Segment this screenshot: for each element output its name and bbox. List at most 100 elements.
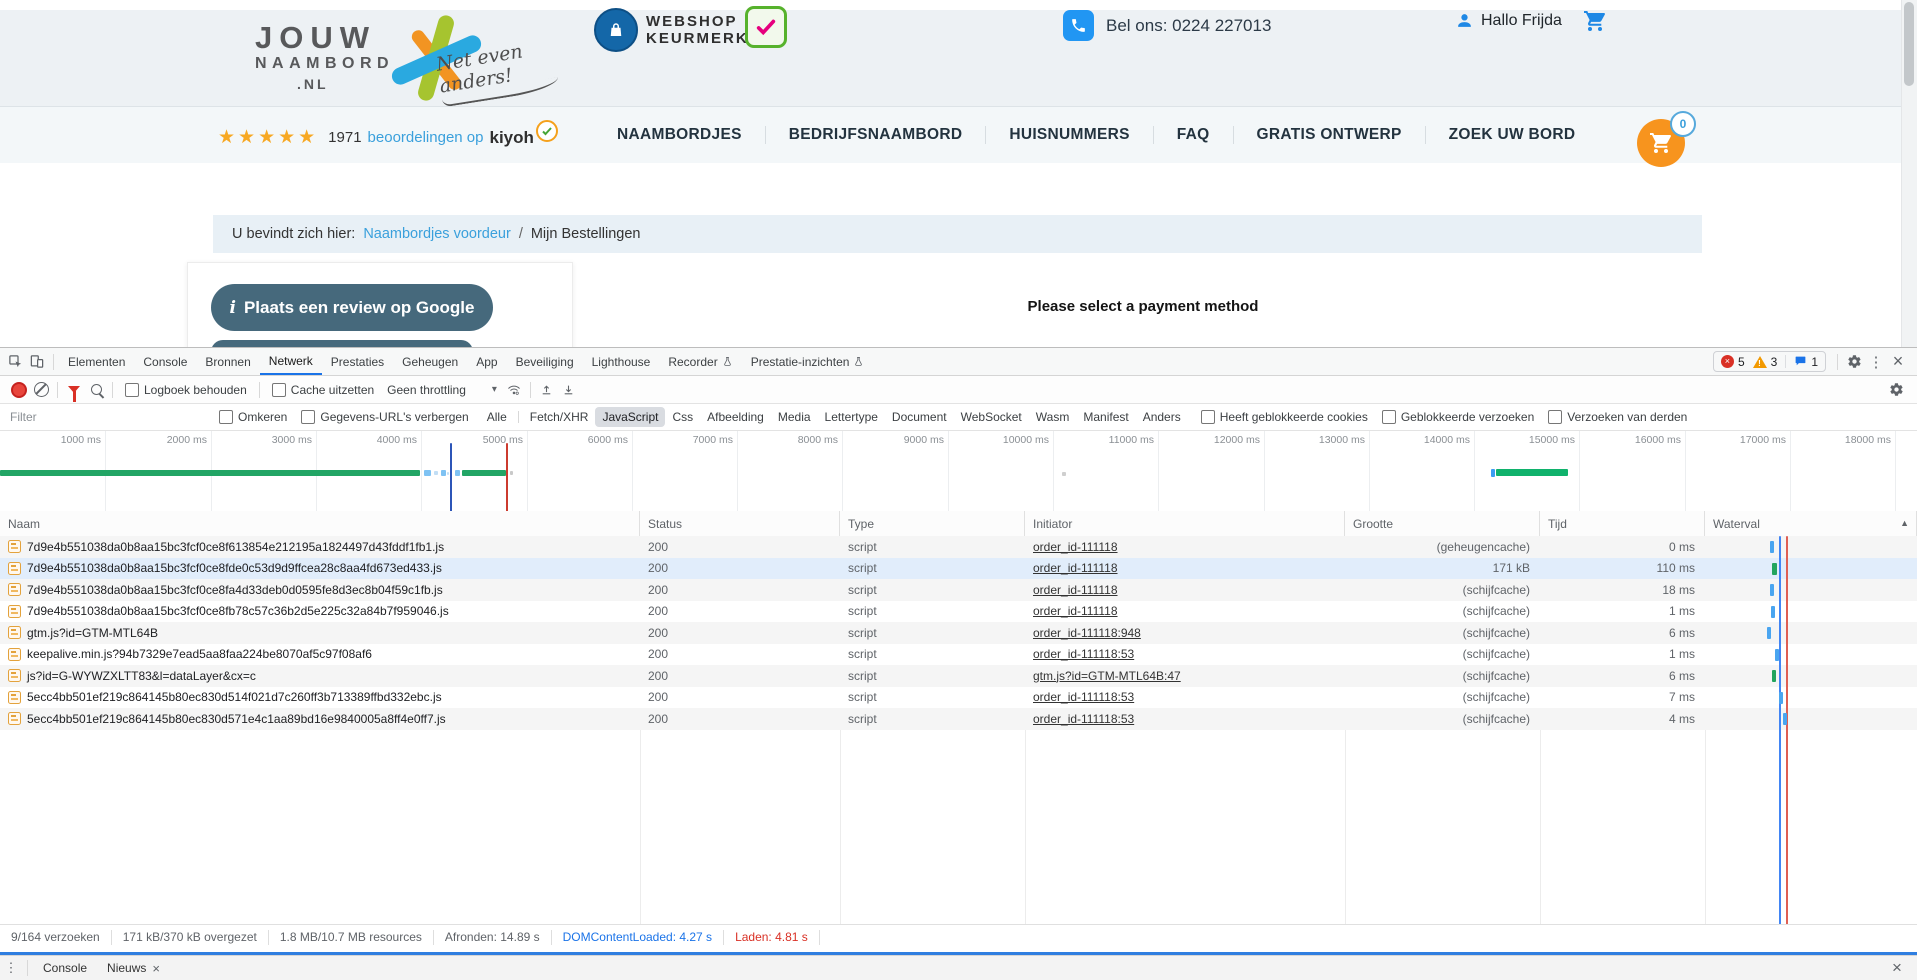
request-row[interactable]: 5ecc4bb501ef219c864145b80ec830d514f021d7…: [0, 687, 1917, 709]
review-link[interactable]: beoordelingen op: [368, 129, 484, 146]
inspect-element-icon[interactable]: [4, 351, 26, 373]
filter-checkbox[interactable]: Verzoeken van derden: [1548, 410, 1687, 424]
request-type-pill[interactable]: Lettertype: [818, 407, 885, 427]
request-row[interactable]: 7d9e4b551038da0b8aa15bc3fcf0ce8f613854e2…: [0, 536, 1917, 558]
request-row[interactable]: keepalive.min.js?94b7329e7ead5aa8faa224b…: [0, 644, 1917, 666]
nav-item[interactable]: FAQ: [1153, 126, 1233, 144]
devtools-tab[interactable]: Recorder: [659, 349, 741, 375]
devtools-menu-icon[interactable]: ⋮: [1865, 351, 1887, 373]
scrollbar-thumb[interactable]: [1904, 2, 1914, 86]
drawer-menu-icon[interactable]: ⋮: [0, 957, 22, 979]
checkbox[interactable]: [272, 383, 286, 397]
network-overview-timeline[interactable]: 1000 ms2000 ms3000 ms4000 ms5000 ms6000 …: [0, 431, 1917, 515]
devtools-tab[interactable]: Bronnen: [196, 349, 259, 375]
initiator-link[interactable]: order_id-111118:53: [1033, 690, 1134, 704]
account-greeting[interactable]: Hallo Frijda: [1455, 11, 1562, 30]
request-row[interactable]: 7d9e4b551038da0b8aa15bc3fcf0ce8fb78c57c3…: [0, 601, 1917, 623]
devtools-tab[interactable]: Console: [134, 349, 196, 375]
devtools-tab[interactable]: Lighthouse: [583, 349, 660, 375]
site-logo[interactable]: JOUW NAAMBORD .NL: [255, 22, 394, 93]
filter-checkbox[interactable]: Geblokkeerde verzoeken: [1382, 410, 1534, 424]
request-type-pill[interactable]: Manifest: [1076, 407, 1135, 427]
breadcrumb-link[interactable]: Naambordjes voordeur: [363, 226, 511, 242]
column-header[interactable]: Naam: [0, 511, 640, 536]
request-name-cell[interactable]: 7d9e4b551038da0b8aa15bc3fcf0ce8fde0c53d9…: [0, 561, 640, 575]
devtools-tab[interactable]: Geheugen: [393, 349, 467, 375]
kiyoh-rating[interactable]: ★★★★★ 1971 beoordelingen op kiyoh: [218, 126, 558, 149]
drawer-close-icon[interactable]: ×: [1886, 957, 1917, 979]
initiator-link[interactable]: order_id-111118: [1033, 583, 1118, 597]
drawer-tab[interactable]: Nieuws ×: [97, 956, 170, 980]
initiator-link[interactable]: order_id-111118:948: [1033, 626, 1141, 640]
filter-input[interactable]: [8, 409, 212, 425]
devtools-tab[interactable]: App: [467, 349, 506, 375]
request-row[interactable]: 5ecc4bb501ef219c864145b80ec830d571e4c1aa…: [0, 708, 1917, 730]
checkbox[interactable]: [1382, 410, 1396, 424]
column-header[interactable]: Type: [840, 511, 1025, 536]
checkbox[interactable]: [1201, 410, 1215, 424]
disable-cache-checkbox[interactable]: Cache uitzetten: [272, 383, 374, 397]
initiator-link[interactable]: order_id-111118:53: [1033, 647, 1134, 661]
request-type-pill[interactable]: Css: [665, 407, 700, 427]
devtools-tab[interactable]: Beveiliging: [507, 349, 583, 375]
request-row[interactable]: 7d9e4b551038da0b8aa15bc3fcf0ce8fde0c53d9…: [0, 558, 1917, 580]
network-conditions-icon[interactable]: [503, 379, 525, 401]
preserve-log-checkbox[interactable]: Logboek behouden: [125, 383, 247, 397]
devtools-tab[interactable]: Prestatie-inzichten: [742, 349, 874, 375]
device-toolbar-icon[interactable]: [26, 351, 48, 373]
request-type-pill[interactable]: Document: [885, 407, 954, 427]
filter-checkbox[interactable]: Heeft geblokkeerde cookies: [1201, 410, 1368, 424]
request-name-cell[interactable]: 5ecc4bb501ef219c864145b80ec830d514f021d7…: [0, 690, 640, 704]
sort-ascending-icon[interactable]: ▲: [1900, 518, 1909, 528]
console-status-badges[interactable]: × 5 ! 3 1: [1713, 351, 1826, 372]
column-header[interactable]: Status: [640, 511, 840, 536]
initiator-link[interactable]: order_id-111118:53: [1033, 712, 1134, 726]
devtools-tab[interactable]: Prestaties: [322, 349, 393, 375]
request-name-cell[interactable]: 7d9e4b551038da0b8aa15bc3fcf0ce8f613854e2…: [0, 540, 640, 554]
request-type-pill[interactable]: Alle: [480, 407, 514, 427]
request-type-pill[interactable]: Wasm: [1029, 407, 1077, 427]
column-header[interactable]: Grootte: [1345, 511, 1540, 536]
initiator-link[interactable]: gtm.js?id=GTM-MTL64B:47: [1033, 669, 1181, 683]
network-settings-icon[interactable]: [1885, 379, 1907, 401]
request-name-cell[interactable]: 7d9e4b551038da0b8aa15bc3fcf0ce8fb78c57c3…: [0, 604, 640, 618]
request-type-pill[interactable]: Anders: [1136, 407, 1188, 427]
page-scrollbar[interactable]: [1901, 0, 1917, 347]
checkbox[interactable]: [301, 410, 315, 424]
nav-item[interactable]: HUISNUMMERS: [985, 126, 1152, 144]
devtools-close-icon[interactable]: ×: [1887, 351, 1909, 373]
request-type-pill[interactable]: Media: [771, 407, 818, 427]
phone-contact[interactable]: Bel ons: 0224 227013: [1063, 10, 1271, 41]
request-name-cell[interactable]: js?id=G-WYWZXLTT83&l=dataLayer&cx=c: [0, 669, 640, 683]
checkbox[interactable]: [125, 383, 139, 397]
initiator-link[interactable]: order_id-111118: [1033, 561, 1118, 575]
devtools-tab[interactable]: Elementen: [59, 349, 134, 375]
checkbox[interactable]: [219, 410, 233, 424]
request-row[interactable]: gtm.js?id=GTM-MTL64B 200 script order_id…: [0, 622, 1917, 644]
devtools-settings-icon[interactable]: [1843, 351, 1865, 373]
export-har-icon[interactable]: [558, 379, 580, 401]
column-header[interactable]: Initiator: [1025, 511, 1345, 536]
checkbox[interactable]: [1548, 410, 1562, 424]
request-row[interactable]: 7d9e4b551038da0b8aa15bc3fcf0ce8fa4d33deb…: [0, 579, 1917, 601]
request-name-cell[interactable]: keepalive.min.js?94b7329e7ead5aa8faa224b…: [0, 647, 640, 661]
record-network-icon[interactable]: [8, 379, 30, 401]
column-header[interactable]: Tijd: [1540, 511, 1705, 536]
hide-data-urls-checkbox[interactable]: Gegevens-URL's verbergen: [301, 410, 468, 424]
request-type-pill[interactable]: JavaScript: [595, 407, 665, 427]
initiator-link[interactable]: order_id-111118: [1033, 604, 1118, 618]
search-icon[interactable]: [85, 379, 107, 401]
initiator-link[interactable]: order_id-111118: [1033, 540, 1118, 554]
invert-checkbox[interactable]: Omkeren: [219, 410, 287, 424]
import-har-icon[interactable]: [536, 379, 558, 401]
devtools-tab[interactable]: Netwerk: [260, 349, 322, 375]
request-name-cell[interactable]: 5ecc4bb501ef219c864145b80ec830d571e4c1aa…: [0, 712, 640, 726]
nav-item[interactable]: BEDRIJFSNAAMBORD: [765, 126, 986, 144]
request-type-pill[interactable]: WebSocket: [954, 407, 1029, 427]
filter-toggle-icon[interactable]: [63, 379, 85, 401]
nav-item[interactable]: ZOEK UW BORD: [1425, 126, 1599, 144]
request-name-cell[interactable]: gtm.js?id=GTM-MTL64B: [0, 626, 640, 640]
request-name-cell[interactable]: 7d9e4b551038da0b8aa15bc3fcf0ce8fa4d33deb…: [0, 583, 640, 597]
nav-item[interactable]: GRATIS ONTWERP: [1233, 126, 1425, 144]
clear-network-icon[interactable]: [30, 379, 52, 401]
